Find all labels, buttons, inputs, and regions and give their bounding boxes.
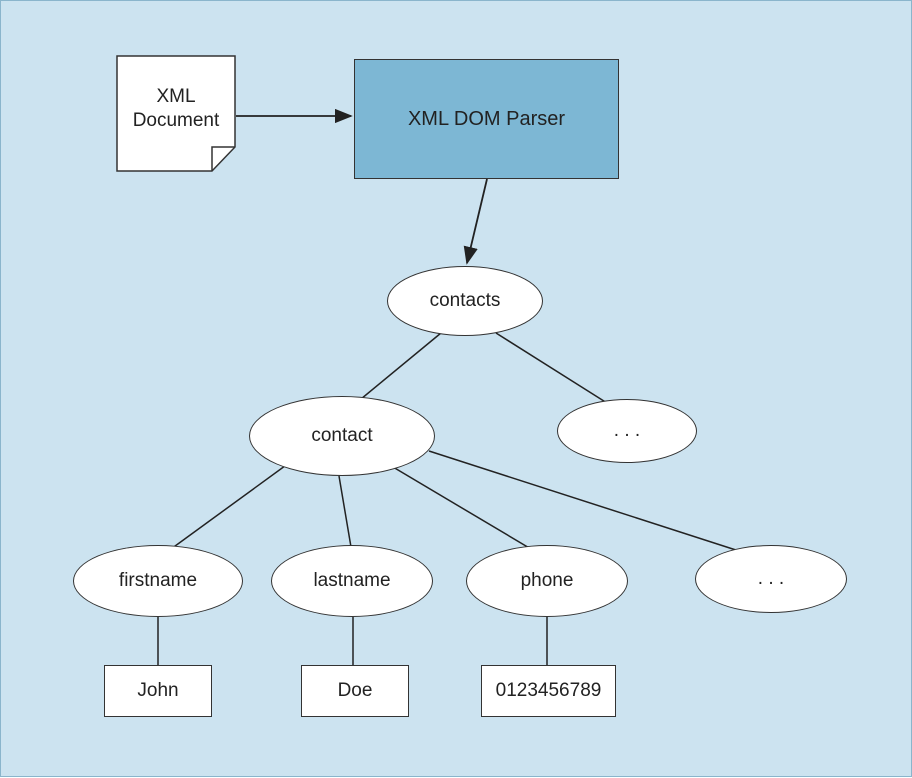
tree-node-ellipsis-1: . . . bbox=[557, 399, 697, 463]
lastname-label: lastname bbox=[313, 570, 390, 592]
contacts-label: contacts bbox=[430, 290, 501, 312]
doe-value: Doe bbox=[338, 680, 373, 702]
tree-node-ellipsis-2: . . . bbox=[695, 545, 847, 613]
contact-label: contact bbox=[311, 425, 372, 447]
tree-node-lastname: lastname bbox=[271, 545, 433, 617]
xml-document-line1: XML bbox=[156, 86, 195, 107]
xml-document-label: XML Document bbox=[116, 85, 236, 133]
ellipsis1-label: . . . bbox=[614, 420, 640, 442]
firstname-label: firstname bbox=[119, 570, 197, 592]
xml-dom-parser-node: XML DOM Parser bbox=[354, 59, 619, 179]
tree-node-contacts: contacts bbox=[387, 266, 543, 336]
ellipsis2-label: . . . bbox=[758, 568, 784, 590]
john-value: John bbox=[137, 680, 178, 702]
phone-label: phone bbox=[521, 570, 574, 592]
phone-number-value: 0123456789 bbox=[496, 680, 602, 702]
diagram-canvas: XML Document XML DOM Parser contacts con… bbox=[0, 0, 912, 777]
value-node-doe: Doe bbox=[301, 665, 409, 717]
xml-document-line2: Document bbox=[133, 110, 220, 131]
tree-node-phone: phone bbox=[466, 545, 628, 617]
value-node-phone-number: 0123456789 bbox=[481, 665, 616, 717]
parser-label: XML DOM Parser bbox=[408, 108, 565, 131]
value-node-john: John bbox=[104, 665, 212, 717]
tree-node-contact: contact bbox=[249, 396, 435, 476]
tree-node-firstname: firstname bbox=[73, 545, 243, 617]
xml-document-node: XML Document bbox=[116, 55, 236, 170]
